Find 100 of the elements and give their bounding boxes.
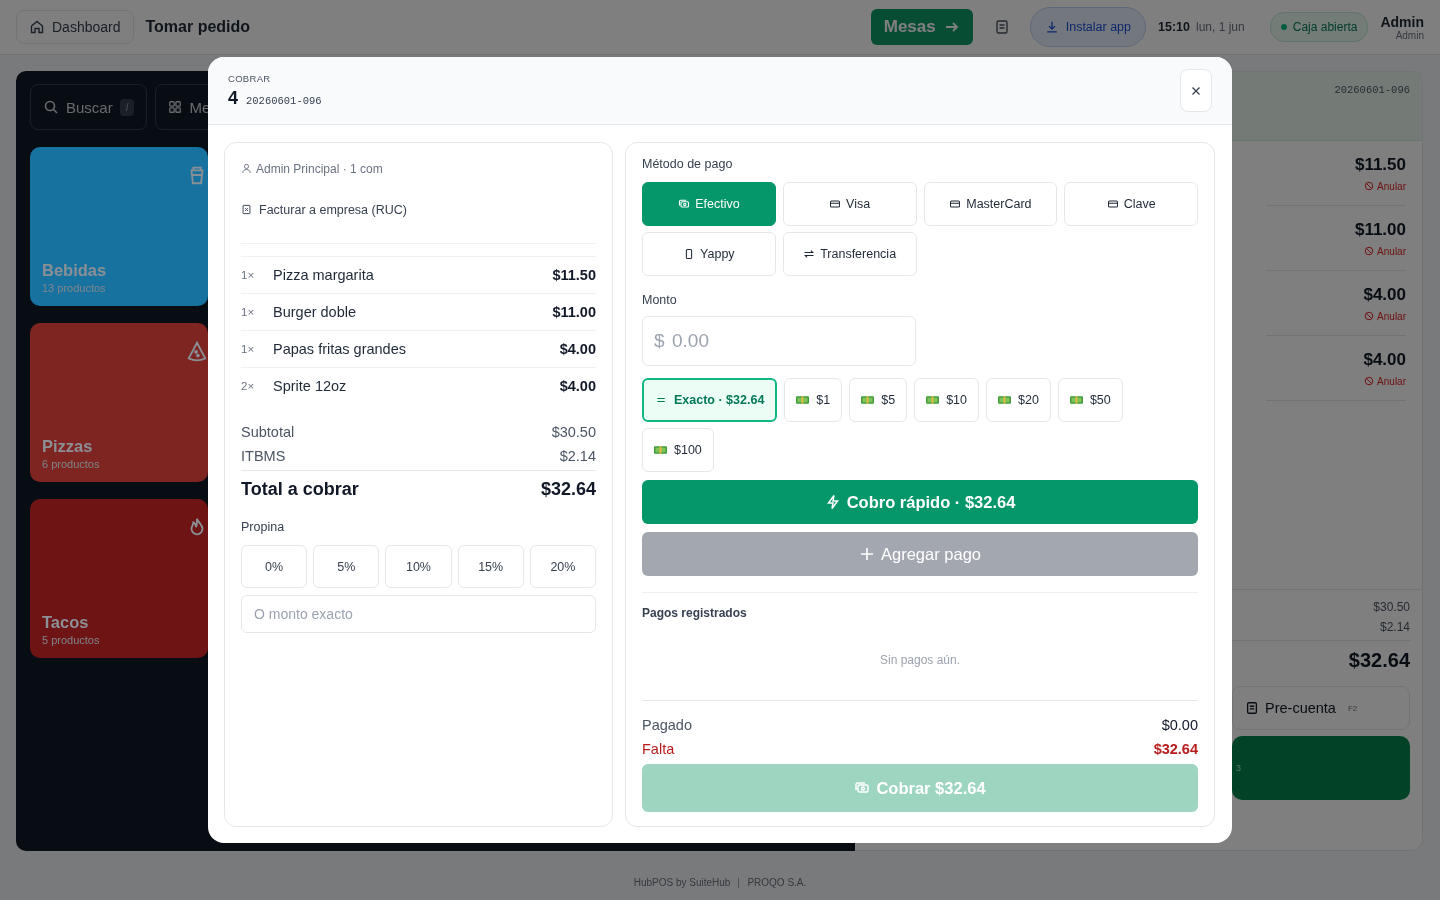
payment-method-option[interactable]: MasterCard	[923, 182, 1058, 226]
item-quantity: 1×	[241, 343, 256, 355]
item-price: $11.00	[552, 304, 596, 320]
tip-label: Propina	[241, 520, 286, 536]
install-app-button[interactable]: Instalar app	[1029, 7, 1147, 47]
empty-payments-text: Sin pagos aún.	[879, 653, 961, 667]
pizza-slice-icon	[186, 340, 208, 362]
tax-label: ITBMS	[241, 448, 286, 464]
quick-amount-option[interactable]: $1	[784, 378, 843, 422]
banknote-icon	[1069, 395, 1083, 405]
invoice-toggle[interactable]: Facturar a empresa (RUC)	[241, 201, 596, 218]
tip-option[interactable]: 15%	[457, 545, 524, 588]
clock-time: 15:10	[1158, 20, 1190, 34]
plus-icon	[859, 546, 875, 562]
user-name: Admin	[1380, 13, 1424, 30]
customer-text: Admin Principal · 1 com	[256, 161, 383, 176]
void-link[interactable]: Anular	[1364, 245, 1406, 257]
order-number: 20260601-096	[246, 94, 322, 107]
item-quantity: 1×	[241, 306, 256, 318]
tip-option[interactable]: 10%	[385, 545, 452, 588]
dialog-eyebrow: COBRAR	[228, 72, 272, 84]
payment-method-option[interactable]: Efectivo	[642, 182, 776, 226]
category-name: Tacos	[42, 613, 90, 632]
lightning-icon	[824, 494, 841, 510]
grid-icon	[168, 100, 183, 114]
dashboard-button[interactable]: Dashboard	[16, 10, 134, 44]
banknote-icon	[998, 395, 1011, 405]
checkbox-icon	[241, 204, 252, 215]
void-link[interactable]: Anular	[1364, 310, 1406, 322]
tip-option[interactable]: 5%	[313, 545, 380, 588]
download-icon	[1044, 20, 1059, 34]
paid-value: $0.00	[1161, 717, 1198, 733]
quick-amount-option[interactable]: $20	[986, 378, 1051, 422]
banknote-icon	[654, 445, 667, 455]
cash-register-status: Caja abierta	[1269, 12, 1369, 42]
payment-method-option[interactable]: Clave	[1064, 182, 1198, 226]
pre-check-button[interactable]: Pre-cuenta F2	[1232, 686, 1410, 730]
shortcut-key: F2	[1347, 703, 1358, 713]
ban-icon	[1364, 311, 1375, 321]
category-card[interactable]: Tacos 5 productos	[30, 499, 208, 658]
quick-pay-button[interactable]: Cobro rápido · $32.64	[642, 480, 1198, 524]
item-name: Papas fritas grandes	[273, 341, 407, 357]
item-price: $4.00	[1363, 284, 1406, 305]
ban-icon	[1364, 376, 1375, 386]
date-text: lun, 1 jun	[1196, 20, 1245, 34]
cash-icon	[854, 780, 871, 796]
quick-amount-option[interactable]: $10	[914, 378, 979, 422]
item-price: $11.50	[1354, 154, 1406, 175]
total-label: Total a cobrar	[241, 479, 359, 500]
remaining-label: Falta	[642, 741, 675, 757]
quick-amount-option[interactable]: $100	[642, 428, 714, 472]
page-title: Tomar pedido	[145, 18, 251, 36]
quick-amount-option[interactable]: Exacto · $32.64	[642, 378, 778, 422]
amount-label: Monto	[642, 293, 678, 309]
card-icon	[1106, 198, 1119, 210]
tip-option[interactable]: 20%	[529, 545, 596, 588]
home-icon	[29, 19, 45, 35]
category-count: 5 productos	[42, 634, 101, 646]
receipt-icon	[1245, 701, 1259, 715]
order-number: 20260601-096	[1334, 84, 1410, 96]
banknote-icon	[796, 395, 810, 405]
card-icon	[829, 198, 842, 210]
void-link[interactable]: Anular	[1364, 375, 1406, 387]
item-quantity: 1×	[241, 269, 256, 281]
tax-value: $2.14	[1379, 620, 1410, 634]
item-name: Sprite 12oz	[273, 378, 348, 394]
payment-method-label: Método de pago	[642, 157, 734, 173]
category-card[interactable]: Pizzas 6 productos	[30, 323, 208, 482]
payment-method-option[interactable]: Transferencia	[782, 232, 917, 276]
subtotal-value: $30.50	[1373, 600, 1410, 614]
banknote-icon	[926, 395, 940, 405]
banknote-icon	[861, 395, 875, 405]
quick-amount-option[interactable]: $5	[849, 378, 908, 422]
tip-option[interactable]: 0%	[241, 545, 308, 588]
cash-icon	[678, 198, 691, 210]
item-price: $4.00	[559, 341, 596, 357]
tip-amount-field[interactable]: O monto exacto	[241, 595, 596, 633]
book-icon[interactable]	[993, 19, 1010, 35]
item-price: $11.00	[1354, 219, 1406, 240]
payment-method-option[interactable]: Yappy	[642, 232, 776, 276]
user-icon	[241, 163, 252, 174]
item-name: Burger doble	[273, 304, 358, 320]
table-number: 4	[228, 87, 238, 109]
close-button[interactable]	[1180, 69, 1212, 112]
category-count: 6 productos	[42, 458, 101, 470]
void-link[interactable]: Anular	[1364, 180, 1406, 192]
ban-icon	[1364, 246, 1375, 256]
card-icon	[949, 198, 962, 210]
transfer-icon	[803, 248, 816, 260]
subtotal-value: $30.50	[551, 424, 596, 440]
payment-method-option[interactable]: Visa	[782, 182, 917, 226]
item-quantity: 2×	[241, 380, 256, 392]
registered-payments-label: Pagos registrados	[642, 592, 1198, 620]
tax-value: $2.14	[559, 448, 596, 464]
currency-prefix: $	[654, 330, 665, 352]
ban-icon	[1364, 181, 1375, 191]
footer-company: PROQO S.A.	[747, 877, 807, 888]
quick-amount-option[interactable]: $50	[1057, 378, 1123, 422]
search-button[interactable]: Buscar /	[30, 84, 148, 130]
item-price: $11.50	[552, 267, 596, 283]
